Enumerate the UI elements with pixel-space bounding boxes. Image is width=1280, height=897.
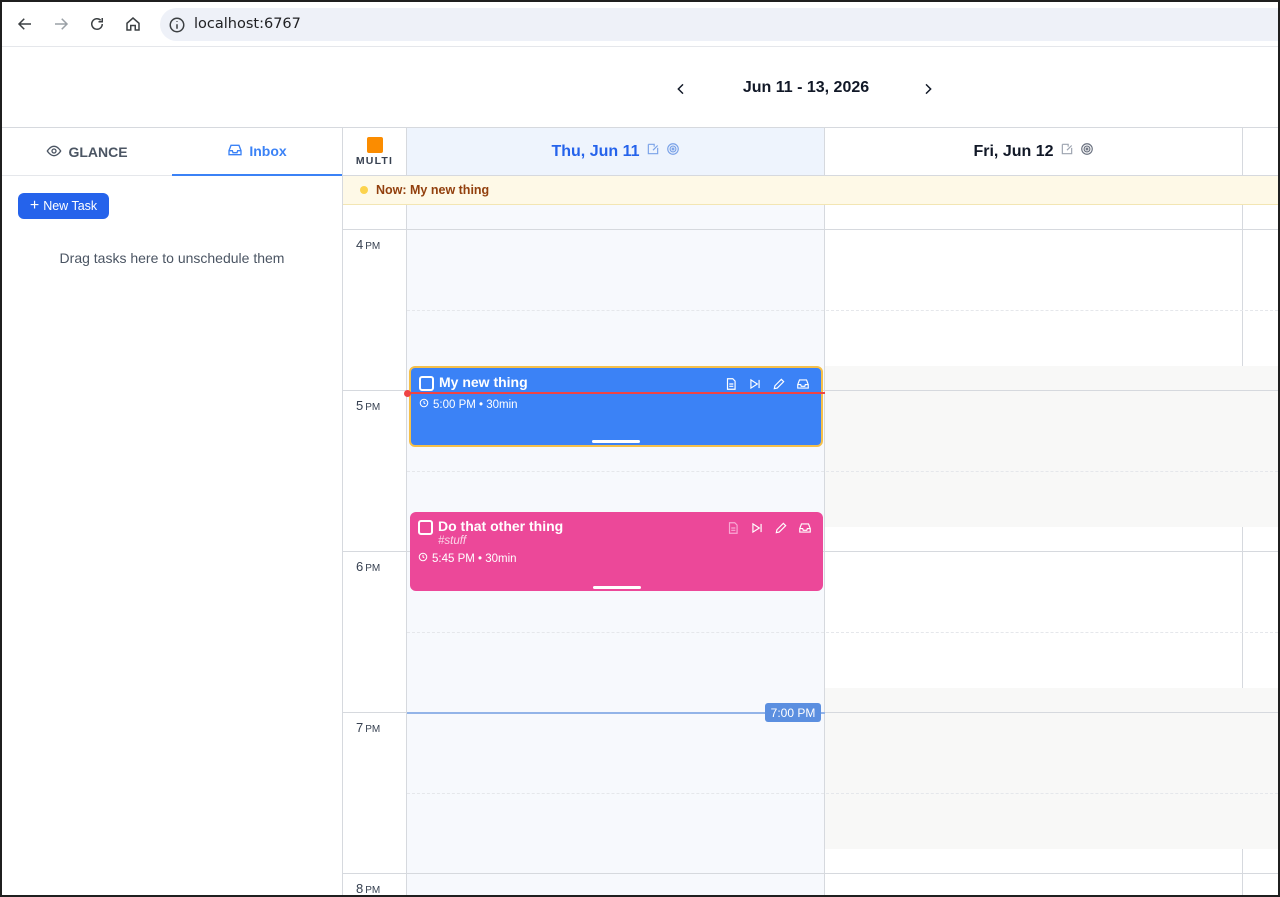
multi-square-icon — [366, 136, 383, 153]
drag-hint: Drag tasks here to unschedule them — [59, 250, 285, 266]
skip-icon[interactable] — [747, 376, 763, 392]
url-text[interactable]: localhost:6767 — [194, 16, 301, 32]
edit-note-icon[interactable] — [646, 142, 660, 161]
day-header-label: Thu, Jun 11 — [551, 142, 640, 160]
multi-toggle[interactable]: MULTI — [343, 128, 407, 176]
event-card[interactable]: Do that other thing #stuff 5:45 PM • 30m… — [410, 512, 823, 591]
pencil-icon[interactable] — [773, 520, 789, 536]
event-tag: #stuff — [438, 535, 467, 547]
event-actions — [725, 520, 813, 536]
note-icon[interactable] — [723, 376, 739, 392]
info-icon[interactable] — [168, 16, 186, 34]
edit-note-icon[interactable] — [1060, 142, 1074, 161]
multi-label: MULTI — [355, 154, 394, 167]
clock-icon — [419, 398, 429, 411]
eye-icon — [46, 143, 62, 162]
sidebar: GLANCE Inbox + New Task Drag tasks here … — [2, 128, 343, 895]
half-hour-line — [407, 471, 1278, 472]
hour-label: 4 PM — [356, 237, 381, 252]
event-title: My new thing — [439, 374, 528, 390]
prev-range-chevron-icon[interactable] — [669, 77, 693, 101]
tab-inbox-label: Inbox — [249, 143, 287, 159]
tab-inbox[interactable]: Inbox — [172, 128, 342, 176]
sidebar-tabs: GLANCE Inbox — [2, 128, 342, 176]
time-grid[interactable]: 4 PM 5 PM 6 PM 7 PM 8 PM My new thing 5:00 PM… — [343, 205, 1278, 896]
half-hour-line — [407, 310, 1278, 311]
current-time-line — [407, 392, 825, 394]
event-time: 5:45 PM • 30min — [418, 552, 517, 565]
inbox-icon[interactable] — [795, 376, 811, 392]
hover-time-line — [407, 712, 825, 714]
day-header-thu[interactable]: Thu, Jun 11 — [407, 128, 825, 176]
clock-icon — [418, 552, 428, 565]
day-header-label: Fri, Jun 12 — [973, 142, 1054, 160]
hour-label: 7 PM — [356, 720, 381, 735]
hour-line — [343, 229, 1278, 230]
next-range-chevron-icon[interactable] — [916, 77, 940, 101]
hour-label: 8 PM — [356, 881, 381, 896]
plus-icon: + — [29, 197, 40, 214]
resize-handle[interactable] — [592, 440, 640, 443]
event-card[interactable]: My new thing 5:00 PM • 30min — [409, 366, 823, 447]
target-icon[interactable] — [666, 142, 680, 161]
event-checkbox[interactable] — [419, 376, 434, 391]
note-icon[interactable] — [725, 520, 741, 536]
target-icon[interactable] — [1080, 142, 1094, 161]
skip-icon[interactable] — [749, 520, 765, 536]
event-checkbox[interactable] — [418, 520, 433, 535]
event-time: 5:00 PM • 30min — [419, 398, 518, 411]
back-arrow-icon[interactable] — [13, 12, 37, 36]
day-header-next[interactable] — [1243, 128, 1278, 176]
event-time-label: 5:45 PM • 30min — [432, 552, 517, 565]
app-header: Jun 11 - 13, 2026 — [2, 47, 1278, 128]
hover-time-label: 7:00 PM — [765, 703, 821, 722]
event-title: Do that other thing — [438, 518, 564, 534]
reload-icon[interactable] — [85, 12, 109, 36]
now-banner-text: Now: My new thing — [376, 183, 490, 197]
forward-arrow-icon[interactable] — [49, 12, 73, 36]
inbox-icon — [227, 142, 243, 161]
new-task-button[interactable]: + New Task — [18, 193, 109, 219]
now-banner[interactable]: Now: My new thing — [343, 176, 1278, 205]
app-window: localhost:6767 Jun 11 - 13, 2026 GLANCE — [0, 0, 1280, 897]
now-dot-icon — [360, 186, 368, 194]
current-time-dot — [404, 390, 411, 397]
hour-line — [343, 873, 1278, 874]
event-actions — [723, 376, 811, 392]
address-bar[interactable]: localhost:6767 — [160, 8, 1278, 41]
event-time-label: 5:00 PM • 30min — [433, 398, 518, 411]
resize-handle[interactable] — [592, 586, 641, 589]
pencil-icon[interactable] — [771, 376, 787, 392]
new-task-label: New Task — [43, 199, 98, 213]
tab-glance[interactable]: GLANCE — [2, 128, 172, 176]
half-hour-line — [407, 632, 1278, 633]
calendar: MULTI Thu, Jun 11 Fri, Jun 12 Now: My ne… — [343, 128, 1278, 896]
inbox-icon[interactable] — [797, 520, 813, 536]
half-hour-line — [407, 793, 1278, 794]
hour-label: 5 PM — [356, 398, 381, 413]
date-range-title: Jun 11 - 13, 2026 — [742, 79, 870, 96]
day-header-fri[interactable]: Fri, Jun 12 — [825, 128, 1243, 176]
home-icon[interactable] — [121, 12, 145, 36]
hour-label: 6 PM — [356, 559, 381, 574]
browser-toolbar: localhost:6767 — [2, 2, 1278, 47]
tab-glance-label: GLANCE — [68, 144, 128, 160]
